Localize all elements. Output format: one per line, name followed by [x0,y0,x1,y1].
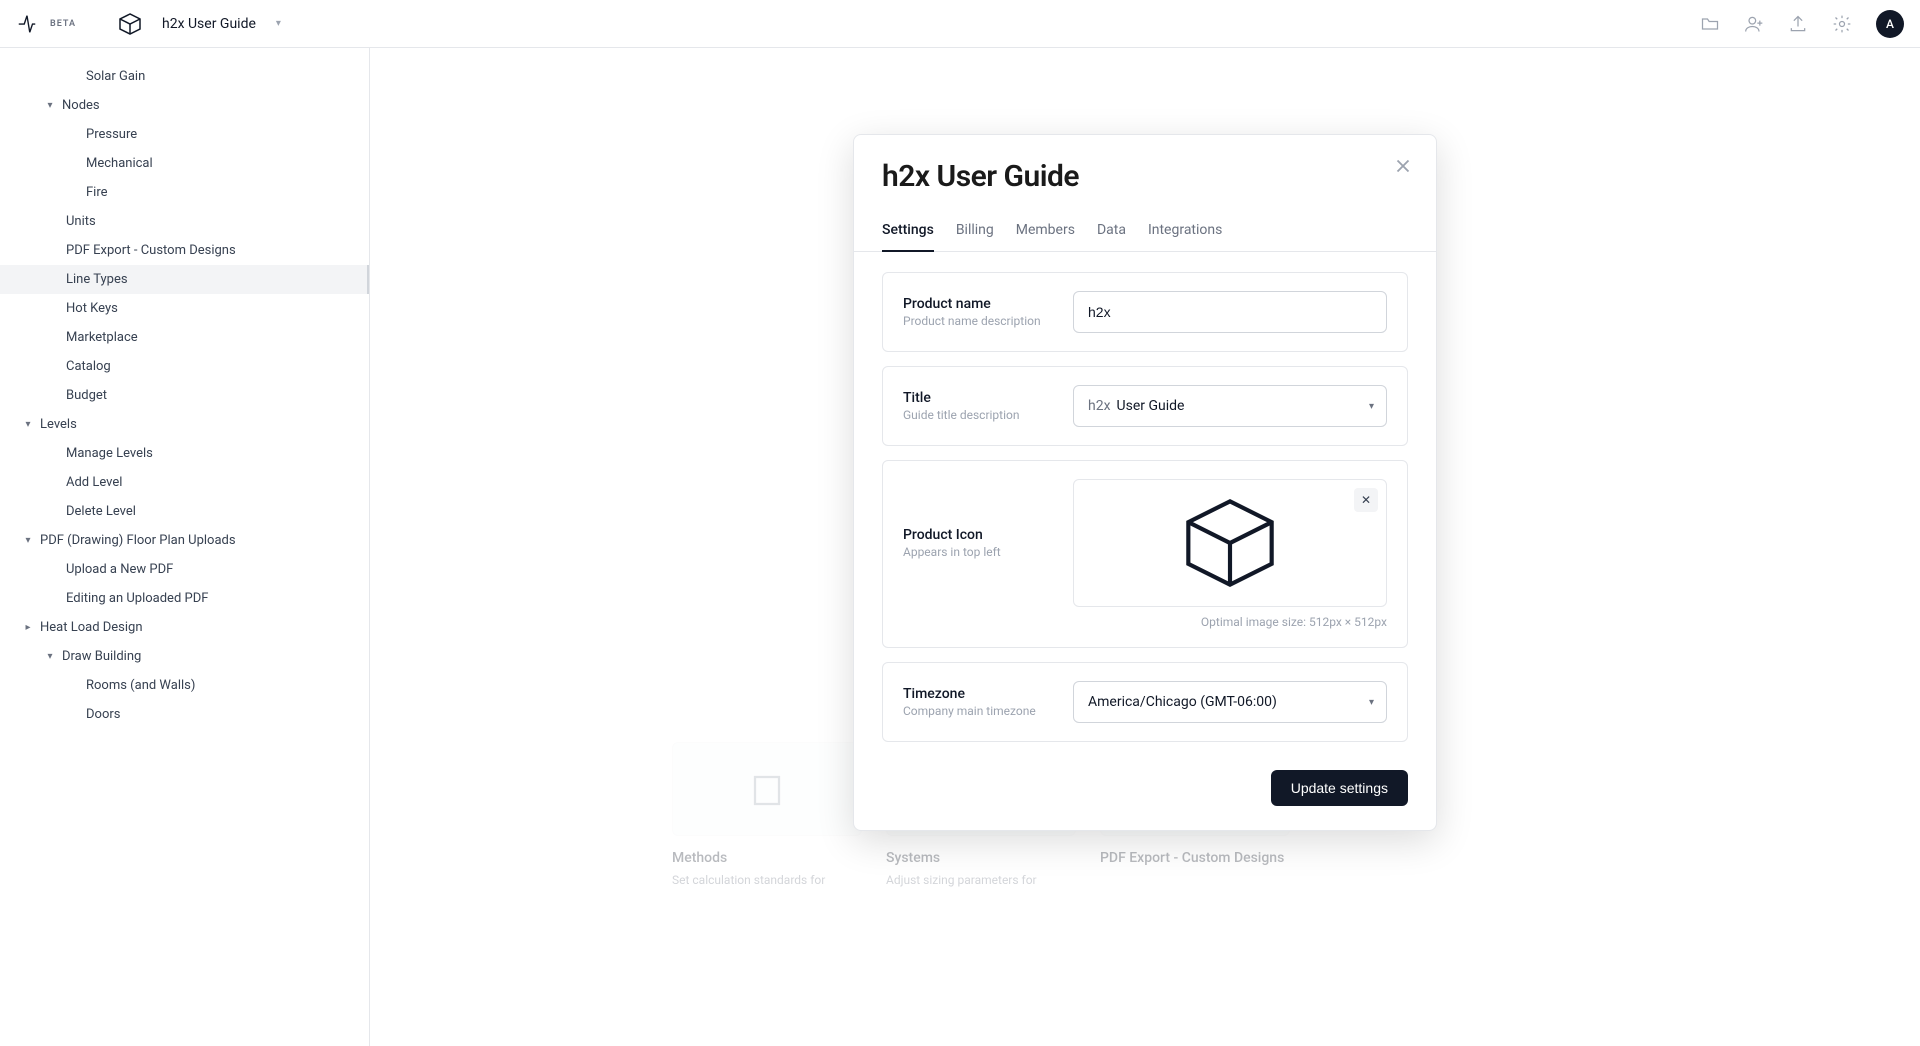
sidebar-item-rooms[interactable]: Rooms (and Walls) [0,671,369,700]
share-icon[interactable] [1788,14,1808,34]
panel-product-name: Product name Product name description [882,272,1408,352]
sidebar-item-hot-keys[interactable]: Hot Keys [0,294,369,323]
update-settings-button[interactable]: Update settings [1271,770,1408,806]
product-title: h2x User Guide [162,16,256,32]
title-label: Title [903,390,1073,406]
folder-icon[interactable] [1700,14,1720,34]
sidebar-group-heat-load[interactable]: ▸Heat Load Design [0,613,369,642]
sidebar-item-delete-level[interactable]: Delete Level [0,497,369,526]
sidebar-item-line-types[interactable]: Line Types [0,265,369,294]
sidebar-group-floor-plan[interactable]: ▾PDF (Drawing) Floor Plan Uploads [0,526,369,555]
topbar-left: BETA h2x User Guide ▾ [16,12,281,36]
sidebar-item-upload-new[interactable]: Upload a New PDF [0,555,369,584]
user-add-icon[interactable] [1744,14,1764,34]
chevron-down-icon: ▾ [44,100,56,112]
product-name-input[interactable] [1073,291,1387,333]
timezone-select[interactable]: America/Chicago (GMT-06:00) ▾ [1073,681,1387,723]
sidebar-group-levels[interactable]: ▾Levels [0,410,369,439]
icon-desc: Appears in top left [903,545,1073,559]
remove-icon-button[interactable]: ✕ [1354,488,1378,512]
main-content: Organization Update your organization's … [370,48,1920,1046]
title-value: User Guide [1117,398,1185,414]
timezone-desc: Company main timezone [903,704,1073,718]
topbar: BETA h2x User Guide ▾ A [0,0,1920,48]
sidebar-item-fire[interactable]: Fire [0,178,369,207]
sidebar-item-marketplace[interactable]: Marketplace [0,323,369,352]
sidebar-item-solar-gain[interactable]: Solar Gain [0,62,369,91]
product-icon [88,12,142,36]
sidebar-group-nodes[interactable]: ▾Nodes [0,91,369,120]
beta-badge: BETA [50,19,76,29]
modal-title: h2x User Guide [882,159,1408,194]
chevron-down-icon: ▾ [44,651,56,663]
tab-integrations[interactable]: Integrations [1148,222,1222,251]
icon-preview[interactable]: ✕ [1073,479,1387,607]
modal-tabs: Settings Billing Members Data Integratio… [854,194,1436,252]
chevron-down-icon: ▾ [22,419,34,431]
sidebar-item-add-level[interactable]: Add Level [0,468,369,497]
sidebar-item-pdf-export[interactable]: PDF Export - Custom Designs [0,236,369,265]
avatar[interactable]: A [1876,10,1904,38]
sidebar-item-catalog[interactable]: Catalog [0,352,369,381]
close-icon[interactable] [1392,155,1414,177]
tab-settings[interactable]: Settings [882,222,934,252]
sidebar: Solar Gain ▾Nodes Pressure Mechanical Fi… [0,48,370,1046]
product-name-label: Product name [903,296,1073,312]
chevron-down-icon: ▾ [1369,401,1374,412]
tab-members[interactable]: Members [1016,222,1075,251]
icon-label: Product Icon [903,527,1073,543]
title-prefix: h2x [1088,398,1111,414]
chevron-right-icon: ▸ [22,622,34,634]
tab-billing[interactable]: Billing [956,222,994,251]
sidebar-item-pressure[interactable]: Pressure [0,120,369,149]
title-select[interactable]: h2x User Guide ▾ [1073,385,1387,427]
sidebar-item-mechanical[interactable]: Mechanical [0,149,369,178]
sidebar-group-draw-building[interactable]: ▾Draw Building [0,642,369,671]
panel-icon: Product Icon Appears in top left ✕ Optim… [882,460,1408,648]
sidebar-item-units[interactable]: Units [0,207,369,236]
gear-icon[interactable] [1832,14,1852,34]
chevron-down-icon[interactable]: ▾ [276,18,281,29]
panel-title: Title Guide title description h2x User G… [882,366,1408,446]
modal-overlay: h2x User Guide Settings Billing Members … [370,48,1920,1046]
chevron-down-icon: ▾ [1369,697,1374,708]
tab-data[interactable]: Data [1097,222,1126,251]
icon-caption: Optimal image size: 512px × 512px [1073,615,1387,629]
timezone-value: America/Chicago (GMT-06:00) [1088,694,1277,710]
panel-timezone: Timezone Company main timezone America/C… [882,662,1408,742]
topbar-right: A [1700,10,1904,38]
sidebar-item-budget[interactable]: Budget [0,381,369,410]
title-desc: Guide title description [903,408,1073,422]
sidebar-item-edit-uploaded[interactable]: Editing an Uploaded PDF [0,584,369,613]
product-name-desc: Product name description [903,314,1073,328]
settings-modal: h2x User Guide Settings Billing Members … [853,134,1437,831]
chevron-down-icon: ▾ [22,535,34,547]
sidebar-item-manage-levels[interactable]: Manage Levels [0,439,369,468]
brand-icon[interactable] [16,13,38,35]
timezone-label: Timezone [903,686,1073,702]
sidebar-item-doors[interactable]: Doors [0,700,369,729]
